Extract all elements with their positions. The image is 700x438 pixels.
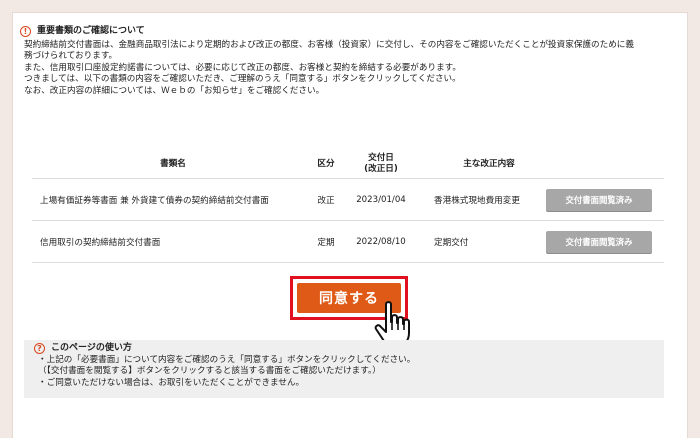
viewed-document-button[interactable]: 交付書面閲覧済み xyxy=(546,230,652,253)
document-date: 2022/08/10 xyxy=(346,220,416,263)
table-header-row: 書類名 区分 交付日 (改正日) 主な改正内容 xyxy=(32,150,664,179)
action-cell: 交付書面閲覧済み xyxy=(544,178,664,221)
question-icon: ? xyxy=(34,343,45,355)
exclamation-icon: ! xyxy=(20,26,31,38)
notice-title: 重要書類のご確認について xyxy=(37,26,145,36)
header-document-name: 書類名 xyxy=(32,150,306,179)
usage-line: （【交付書面を閲覧する】ボタンをクリックすると該当する書面をご確認いただけます。… xyxy=(38,366,381,376)
usage-title: このページの使い方 xyxy=(51,343,132,353)
action-cell: 交付書面閲覧済み xyxy=(544,220,664,263)
documents-table: 書類名 区分 交付日 (改正日) 主な改正内容 上場有価証券等書面 兼 外貨建て… xyxy=(32,150,664,263)
document-category: 定期 xyxy=(306,220,346,263)
document-date: 2023/01/04 xyxy=(346,178,416,221)
document-category: 改正 xyxy=(306,178,346,221)
usage-line: ・上記の「必要書面」について内容をご確認のうえ「同意する」ボタンをクリックしてく… xyxy=(38,354,416,365)
notice-line: 務づけられております。 xyxy=(24,51,118,61)
notice-line: なお、改正内容の詳細については、Ｗｅｂの「お知らせ」をご確認ください。 xyxy=(24,85,325,96)
document-changes: 定期交付 xyxy=(416,220,544,263)
header-main-changes: 主な改正内容 xyxy=(416,150,544,179)
document-name: 上場有価証券等書面 兼 外貨建て債券の契約締結前交付書面 xyxy=(32,178,306,221)
notice-line: また、信用取引口座設定約諾書については、必要に応じて改正の都度、お客様と契約を締… xyxy=(24,62,461,73)
important-notice: ! 重要書類のご確認について 契約締結前交付書面は、金融商品取引法により定期的お… xyxy=(20,26,664,97)
table-row: 信用取引の契約締結前交付書面 定期 2022/08/10 定期交付 交付書面閲覧… xyxy=(32,220,664,263)
table-row: 上場有価証券等書面 兼 外貨建て債券の契約締結前交付書面 改正 2023/01/… xyxy=(32,178,664,221)
header-issue-date-line1: 交付日 xyxy=(368,153,394,163)
page-usage-box: ? このページの使い方 ・上記の「必要書面」について内容をご確認のうえ「同意する… xyxy=(24,340,664,398)
header-issue-date: 交付日 (改正日) xyxy=(346,150,416,179)
document-changes: 香港株式現地費用変更 xyxy=(416,178,544,221)
notice-header: ! 重要書類のご確認について xyxy=(20,26,664,38)
header-action xyxy=(544,150,664,179)
usage-header: ? このページの使い方 xyxy=(34,343,664,355)
usage-line: ・ご同意いただけない場合は、お取引をいただくことができません。 xyxy=(38,377,305,388)
notice-line: つきましては、以下の書類の内容をご確認いただき、ご理解のうえ「同意する」ボタンを… xyxy=(24,74,461,84)
header-category: 区分 xyxy=(306,150,346,179)
header-issue-date-line2: (改正日) xyxy=(364,164,398,174)
document-name: 信用取引の契約締結前交付書面 xyxy=(32,220,306,263)
notice-line: 契約締結前交付書面は、金融商品取引法により定期的および改正の都度、お客様（投資家… xyxy=(24,39,634,50)
viewed-document-button[interactable]: 交付書面閲覧済み xyxy=(546,188,652,211)
